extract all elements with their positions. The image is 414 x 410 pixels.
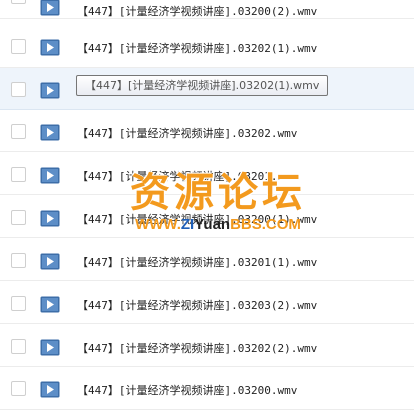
video-file-icon: [40, 39, 60, 56]
file-name: 【447】[计量经济学视频讲座].03201.wmv: [77, 170, 298, 183]
file-name: 【447】[计量经济学视频讲座].03201(1).wmv: [77, 256, 318, 269]
row-checkbox[interactable]: [11, 124, 26, 139]
file-row[interactable]: 【447】[计量经济学视频讲座].03200.wmv: [0, 368, 414, 410]
file-row[interactable]: 【447】[计量经济学视频讲座].03201.wmv: [0, 153, 414, 195]
row-checkbox[interactable]: [11, 210, 26, 225]
video-file-icon: [40, 339, 60, 356]
row-checkbox[interactable]: [11, 381, 26, 396]
row-checkbox[interactable]: [11, 296, 26, 311]
file-row[interactable]: 【447】[计量经济学视频讲座].03200(1).wmv: [0, 196, 414, 238]
row-checkbox[interactable]: [11, 167, 26, 182]
file-name: 【447】[计量经济学视频讲座].03200(2).wmv: [77, 5, 318, 18]
file-row[interactable]: 【447】[计量经济学视频讲座].03200(2).wmv: [0, 0, 414, 19]
video-file-icon: [40, 82, 60, 99]
file-row[interactable]: 【447】[计量经济学视频讲座].03202(2).wmv: [0, 325, 414, 367]
filename-tooltip: 【447】[计量经济学视频讲座].03202(1).wmv: [76, 75, 329, 96]
video-file-icon: [40, 381, 60, 398]
file-row[interactable]: 【447】[计量经济学视频讲座].03202(1).wmv: [0, 26, 414, 68]
row-checkbox[interactable]: [11, 0, 26, 4]
file-name: 【447】[计量经济学视频讲座].03200(1).wmv: [77, 213, 318, 226]
video-file-icon: [40, 124, 60, 141]
video-file-icon: [40, 167, 60, 184]
row-checkbox[interactable]: [11, 82, 26, 97]
row-checkbox[interactable]: [11, 339, 26, 354]
video-file-icon: [40, 0, 60, 16]
row-checkbox[interactable]: [11, 253, 26, 268]
file-name: 【447】[计量经济学视频讲座].03202.wmv: [77, 127, 298, 140]
file-name: 【447】[计量经济学视频讲座].03200.wmv: [77, 384, 298, 397]
video-file-icon: [40, 210, 60, 227]
file-row[interactable]: 【447】[计量经济学视频讲座].03203(2).wmv: [0, 282, 414, 324]
video-file-icon: [40, 253, 60, 270]
row-checkbox[interactable]: [11, 39, 26, 54]
file-row[interactable]: 【447】[计量经济学视频讲座].03201(1).wmv: [0, 239, 414, 281]
video-file-icon: [40, 296, 60, 313]
file-name: 【447】[计量经济学视频讲座].03202(1).wmv: [77, 42, 318, 55]
file-name: 【447】[计量经济学视频讲座].03203(2).wmv: [77, 299, 318, 312]
file-row[interactable]: 【447】[计量经济学视频讲座].03202.wmv: [0, 110, 414, 152]
file-name: 【447】[计量经济学视频讲座].03202(2).wmv: [77, 342, 318, 355]
